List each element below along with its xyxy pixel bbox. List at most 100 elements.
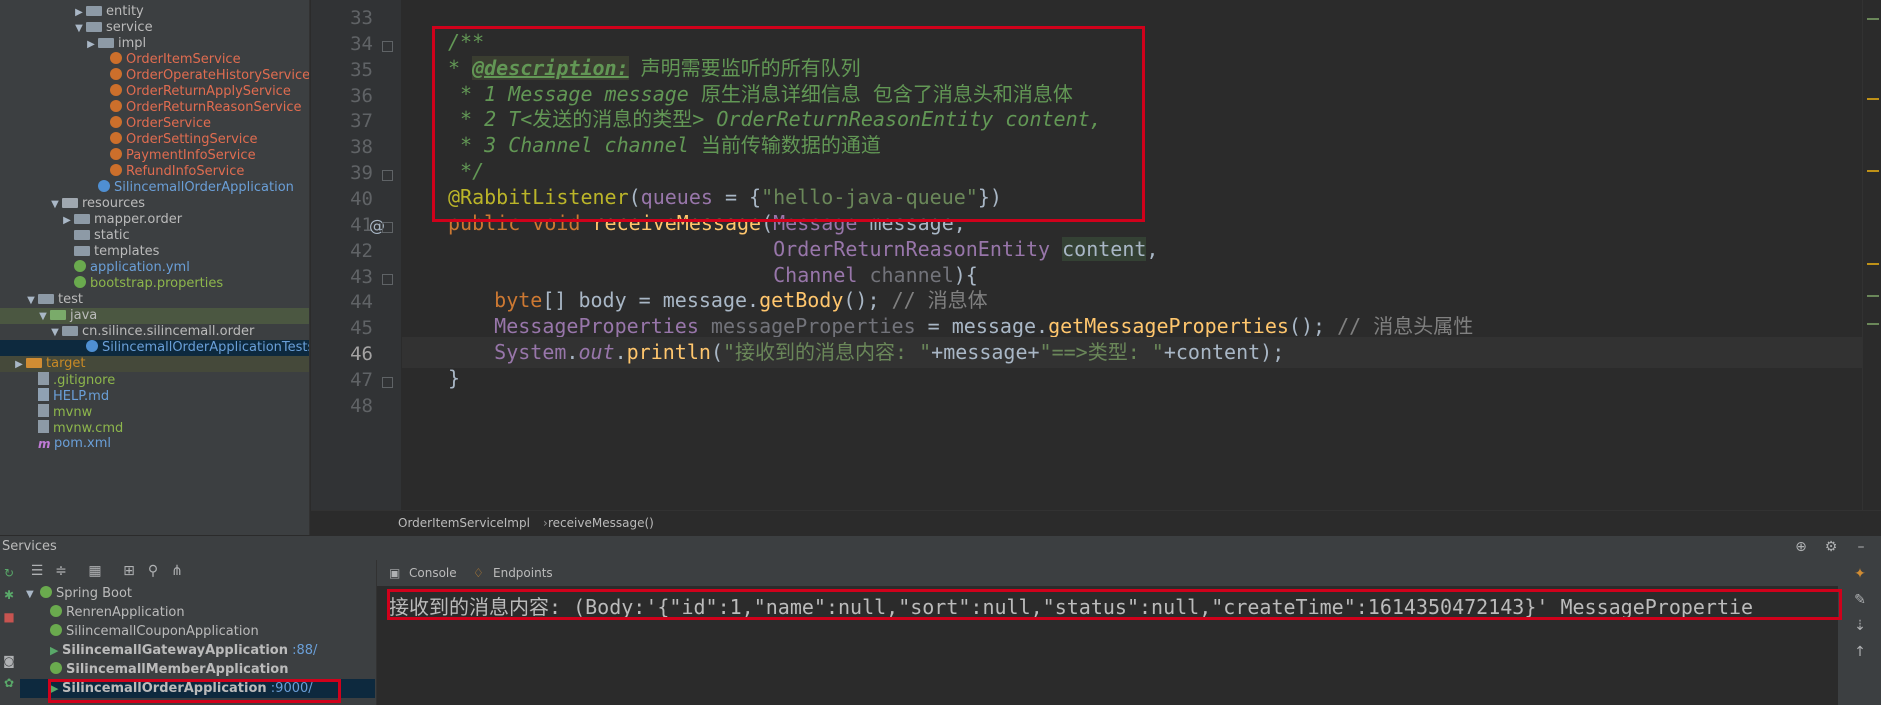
- project-tree[interactable]: ▶ entity ▼ service ▶ impl OrderItemService Orde…: [0, 0, 310, 535]
- stop-icon[interactable]: ■: [2, 610, 16, 624]
- code-line[interactable]: }: [448, 363, 460, 394]
- chevron-right-icon[interactable]: ▶: [84, 37, 98, 52]
- tree-item[interactable]: mvnw: [0, 404, 309, 420]
- chevron-right-icon[interactable]: ▶: [60, 213, 74, 228]
- tree-item[interactable]: RefundInfoService: [0, 164, 309, 180]
- tree-item[interactable]: ▼ service: [0, 20, 309, 36]
- tree-item[interactable]: application.yml: [0, 260, 309, 276]
- up-icon[interactable]: ↑: [1850, 642, 1870, 662]
- chevron-down-icon[interactable]: ▼: [48, 325, 62, 340]
- code-token: // 消息头属性: [1337, 314, 1474, 339]
- globe-icon[interactable]: ⊕: [1792, 538, 1810, 556]
- tree-item-label: mapper.order: [94, 212, 183, 227]
- tree-item[interactable]: m pom.xml: [0, 436, 309, 452]
- tree-item[interactable]: ▶ target: [0, 356, 309, 372]
- tree-item[interactable]: templates: [0, 244, 309, 260]
- chevron-right-icon[interactable]: ▶: [12, 357, 26, 372]
- tree-item[interactable]: SilincemallOrderApplication: [0, 180, 309, 196]
- spring-config-icon: [74, 276, 86, 288]
- stripe-mark[interactable]: [1867, 295, 1879, 297]
- tree-icon[interactable]: ⋔: [168, 562, 186, 580]
- service-item[interactable]: ▶ SilincemallGatewayApplication :88/: [20, 641, 375, 660]
- tree-item[interactable]: SilincemallOrderApplicationTests: [0, 340, 310, 356]
- chevron-down-icon[interactable]: ▼: [48, 197, 62, 212]
- tree-item[interactable]: ▶ impl: [0, 36, 309, 52]
- tree-item[interactable]: OrderReturnApplyService: [0, 84, 309, 100]
- folder-icon: [62, 326, 78, 336]
- line-number: 46: [350, 343, 373, 366]
- tree-item[interactable]: static: [0, 228, 309, 244]
- tree-item[interactable]: OrderReturnReasonService: [0, 100, 309, 116]
- tree-item-label: java: [70, 308, 98, 323]
- minimize-icon[interactable]: –: [1852, 538, 1870, 556]
- rerun-icon[interactable]: ↻: [2, 566, 16, 580]
- code-token: ,: [1146, 236, 1159, 261]
- service-item[interactable]: SilincemallMemberApplication: [20, 660, 375, 679]
- stripe-mark[interactable]: [1867, 263, 1879, 265]
- endpoints-icon: ♢: [473, 566, 484, 580]
- collapse-all-icon[interactable]: ≑: [52, 562, 70, 580]
- camera-icon[interactable]: ◙: [2, 654, 16, 668]
- chevron-down-icon[interactable]: ▼: [26, 585, 40, 604]
- tree-item[interactable]: HELP.md: [0, 388, 309, 404]
- service-port-link[interactable]: :88/: [288, 643, 317, 658]
- tab-endpoints[interactable]: Endpoints: [493, 560, 553, 586]
- filter-icon[interactable]: ⚲: [144, 562, 162, 580]
- tree-item[interactable]: PaymentInfoService: [0, 148, 309, 164]
- service-item[interactable]: SilincemallCouponApplication: [20, 622, 375, 641]
- chevron-down-icon[interactable]: ▼: [36, 309, 50, 324]
- spring-icon[interactable]: ✿: [2, 676, 16, 690]
- chevron-right-icon[interactable]: ▶: [72, 5, 86, 20]
- tree-item-label: OrderReturnReasonService: [126, 100, 302, 115]
- stripe-mark[interactable]: [1867, 18, 1879, 20]
- fold-marker-icon[interactable]: [382, 273, 393, 285]
- debug-icon[interactable]: ✱: [2, 588, 16, 602]
- gear-icon[interactable]: ⚙: [1822, 538, 1840, 556]
- tree-item[interactable]: mvnw.cmd: [0, 420, 309, 436]
- stripe-mark[interactable]: [1867, 323, 1879, 325]
- fold-marker-icon[interactable]: [382, 40, 393, 52]
- tree-item[interactable]: .gitignore: [0, 372, 309, 388]
- scroll-end-icon[interactable]: ⇣: [1850, 616, 1870, 636]
- order-app-highlight-box: [48, 679, 341, 703]
- fold-marker-icon[interactable]: [382, 221, 393, 233]
- clear-icon[interactable]: ✎: [1850, 590, 1870, 610]
- tree-item[interactable]: OrderOperateHistoryService: [0, 68, 309, 84]
- spring-boot-icon: [50, 624, 62, 636]
- settings-flame-icon[interactable]: ✦: [1850, 564, 1870, 584]
- tab-console[interactable]: Console: [409, 560, 457, 586]
- code-token: [] body = message.: [542, 288, 760, 313]
- code-token: +message+: [931, 340, 1040, 365]
- fold-marker-icon[interactable]: [382, 376, 393, 388]
- code-line[interactable]: System.out.println("接收到的消息内容: "+message+…: [446, 337, 1284, 368]
- breadcrumb-class[interactable]: OrderItemServiceImpl: [398, 511, 530, 536]
- tree-item-label: SilincemallOrderApplicationTests: [102, 340, 310, 355]
- tree-item[interactable]: OrderSettingService: [0, 132, 309, 148]
- breadcrumb-method[interactable]: receiveMessage(): [548, 511, 654, 536]
- tree-item[interactable]: ▼ resources: [0, 196, 309, 212]
- tree-item[interactable]: OrderService: [0, 116, 309, 132]
- tree-item[interactable]: bootstrap.properties: [0, 276, 309, 292]
- folder-icon: [86, 22, 102, 32]
- service-label: SilincemallCouponApplication: [66, 624, 259, 639]
- line-number: 43: [350, 265, 373, 288]
- tree-item[interactable]: ▼ test: [0, 292, 309, 308]
- tree-item[interactable]: ▶ mapper.order: [0, 212, 309, 228]
- expand-all-icon[interactable]: ☰: [28, 562, 46, 580]
- tree-item[interactable]: ▶ entity: [0, 4, 309, 20]
- tree-item-label: OrderItemService: [126, 52, 241, 67]
- tree-item[interactable]: ▼ cn.silince.silincemall.order: [0, 324, 309, 340]
- chevron-down-icon[interactable]: ▼: [24, 293, 38, 308]
- add-service-icon[interactable]: ⊞: [120, 562, 138, 580]
- file-icon: [38, 372, 49, 385]
- service-group[interactable]: ▼ Spring Boot: [20, 584, 375, 603]
- error-stripe[interactable]: [1862, 0, 1881, 535]
- chevron-down-icon[interactable]: ▼: [72, 21, 86, 36]
- tree-item[interactable]: OrderItemService: [0, 52, 309, 68]
- tree-item[interactable]: ▼ java: [0, 308, 309, 324]
- stripe-mark[interactable]: [1867, 170, 1879, 172]
- fold-marker-icon[interactable]: [382, 170, 393, 182]
- group-icon[interactable]: ▦: [86, 562, 104, 580]
- stripe-mark[interactable]: [1867, 98, 1879, 100]
- service-item[interactable]: RenrenApplication: [20, 603, 375, 622]
